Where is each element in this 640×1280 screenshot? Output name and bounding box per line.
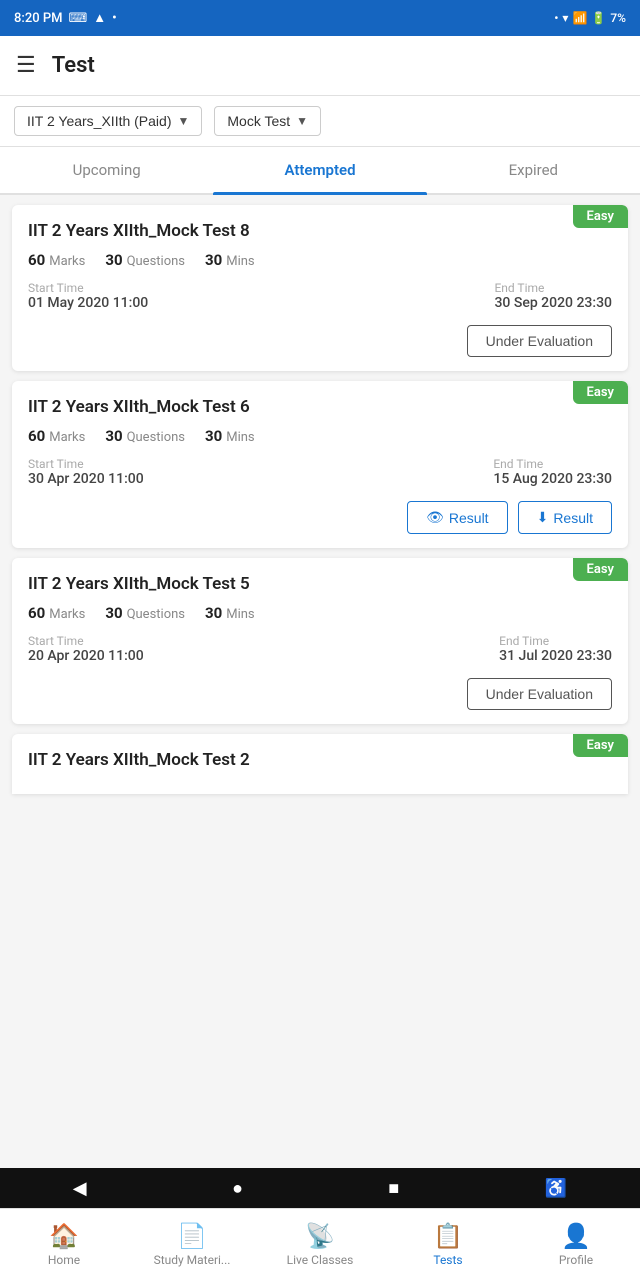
start-time-block: Start Time 01 May 2020 11:00: [28, 281, 148, 311]
page-title: Test: [52, 53, 95, 78]
dot-icon: •: [112, 11, 117, 26]
bottom-navigation: 🏠 Home 📄 Study Materi... 📡 Live Classes …: [0, 1208, 640, 1280]
marks-info: 60 Marks: [28, 251, 85, 269]
end-time-block: End Time 30 Sep 2020 23:30: [494, 281, 612, 311]
download-result-button[interactable]: ⬇ Result: [518, 501, 612, 534]
view-result-button[interactable]: 👁 Result: [407, 501, 507, 534]
questions-info: 30 Questions: [105, 604, 185, 622]
test-title: IIT 2 Years XIIth_Mock Test 6: [28, 397, 552, 417]
nav-study[interactable]: 📄 Study Materi...: [128, 1209, 256, 1280]
card-actions: Under Evaluation: [28, 674, 612, 710]
battery-percent: 7%: [610, 11, 626, 25]
course-filter-button[interactable]: IIT 2 Years_XIIth (Paid) ▼: [14, 106, 202, 136]
back-button[interactable]: ◀: [73, 1178, 87, 1199]
duration-info: 30 Mins: [205, 427, 255, 445]
app-bar: ☰ Test: [0, 36, 640, 96]
nav-profile-label: Profile: [559, 1253, 593, 1267]
signal-dot: •: [554, 11, 558, 25]
eye-icon: 👁: [426, 509, 444, 526]
system-nav-bar: ◀ ● ■ ♿: [0, 1168, 640, 1208]
battery-icon: 🔋: [591, 11, 606, 25]
status-left: 8:20 PM ⌨ ▲ •: [14, 10, 117, 26]
view-result-label: Result: [449, 510, 489, 526]
download-result-label: Result: [553, 510, 593, 526]
live-icon: 📡: [305, 1222, 335, 1250]
under-evaluation-button[interactable]: Under Evaluation: [467, 325, 612, 357]
nav-profile[interactable]: 👤 Profile: [512, 1209, 640, 1280]
test-card-4-partial: Easy IIT 2 Years XIIth_Mock Test 2: [12, 734, 628, 794]
nav-tests[interactable]: 📋 Tests: [384, 1209, 512, 1280]
test-title: IIT 2 Years XIIth_Mock Test 5: [28, 574, 552, 594]
start-time-block: Start Time 30 Apr 2020 11:00: [28, 457, 144, 487]
time: 8:20 PM: [14, 11, 63, 26]
time-info: Start Time 20 Apr 2020 11:00 End Time 31…: [28, 634, 612, 664]
test-card-1: Easy IIT 2 Years XIIth_Mock Test 8 60 Ma…: [12, 205, 628, 371]
tests-icon: 📋: [433, 1222, 463, 1250]
type-filter-label: Mock Test: [227, 113, 290, 129]
questions-info: 30 Questions: [105, 251, 185, 269]
nav-tests-label: Tests: [433, 1253, 462, 1267]
end-time-block: End Time 31 Jul 2020 23:30: [499, 634, 612, 664]
type-filter-button[interactable]: Mock Test ▼: [214, 106, 321, 136]
filter-row: IIT 2 Years_XIIth (Paid) ▼ Mock Test ▼: [0, 96, 640, 147]
easy-badge: Easy: [573, 558, 628, 581]
test-list: Easy IIT 2 Years XIIth_Mock Test 8 60 Ma…: [0, 195, 640, 934]
recents-button[interactable]: ■: [388, 1178, 399, 1199]
duration-info: 30 Mins: [205, 251, 255, 269]
marks-info: 60 Marks: [28, 604, 85, 622]
start-time-block: Start Time 20 Apr 2020 11:00: [28, 634, 144, 664]
under-evaluation-button[interactable]: Under Evaluation: [467, 678, 612, 710]
chevron-down-icon: ▼: [296, 114, 308, 128]
card-actions: Under Evaluation: [28, 321, 612, 357]
home-icon: 🏠: [49, 1222, 79, 1250]
course-filter-label: IIT 2 Years_XIIth (Paid): [27, 113, 172, 129]
tab-upcoming[interactable]: Upcoming: [0, 147, 213, 193]
test-card-3: Easy IIT 2 Years XIIth_Mock Test 5 60 Ma…: [12, 558, 628, 724]
cloud-icon: ▲: [93, 10, 106, 26]
easy-badge: Easy: [573, 734, 628, 757]
tabs-bar: Upcoming Attempted Expired: [0, 147, 640, 195]
profile-icon: 👤: [561, 1222, 591, 1250]
test-title: IIT 2 Years XIIth_Mock Test 8: [28, 221, 552, 241]
nav-live[interactable]: 📡 Live Classes: [256, 1209, 384, 1280]
test-card-2: Easy IIT 2 Years XIIth_Mock Test 6 60 Ma…: [12, 381, 628, 548]
download-icon: ⬇: [537, 509, 549, 526]
easy-badge: Easy: [573, 381, 628, 404]
card-actions: 👁 Result ⬇ Result: [28, 497, 612, 534]
test-title: IIT 2 Years XIIth_Mock Test 2: [12, 734, 568, 770]
nav-live-label: Live Classes: [287, 1253, 354, 1267]
marks-info: 60 Marks: [28, 427, 85, 445]
tab-attempted[interactable]: Attempted: [213, 147, 426, 193]
status-bar: 8:20 PM ⌨ ▲ • • ▾ 📶 🔋 7%: [0, 0, 640, 36]
nav-study-label: Study Materi...: [154, 1253, 231, 1267]
time-info: Start Time 01 May 2020 11:00 End Time 30…: [28, 281, 612, 311]
keyboard-icon: ⌨: [69, 11, 88, 26]
status-right: • ▾ 📶 🔋 7%: [554, 11, 626, 25]
data-icon: 📶: [572, 11, 587, 25]
home-button[interactable]: ●: [232, 1178, 243, 1199]
tab-expired[interactable]: Expired: [427, 147, 640, 193]
accessibility-button[interactable]: ♿: [545, 1178, 567, 1199]
study-icon: 📄: [177, 1222, 207, 1250]
nav-home[interactable]: 🏠 Home: [0, 1209, 128, 1280]
wifi-icon: ▾: [562, 11, 568, 25]
chevron-down-icon: ▼: [178, 114, 190, 128]
easy-badge: Easy: [573, 205, 628, 228]
questions-info: 30 Questions: [105, 427, 185, 445]
time-info: Start Time 30 Apr 2020 11:00 End Time 15…: [28, 457, 612, 487]
menu-icon[interactable]: ☰: [16, 53, 36, 78]
duration-info: 30 Mins: [205, 604, 255, 622]
end-time-block: End Time 15 Aug 2020 23:30: [493, 457, 612, 487]
nav-home-label: Home: [48, 1253, 80, 1267]
